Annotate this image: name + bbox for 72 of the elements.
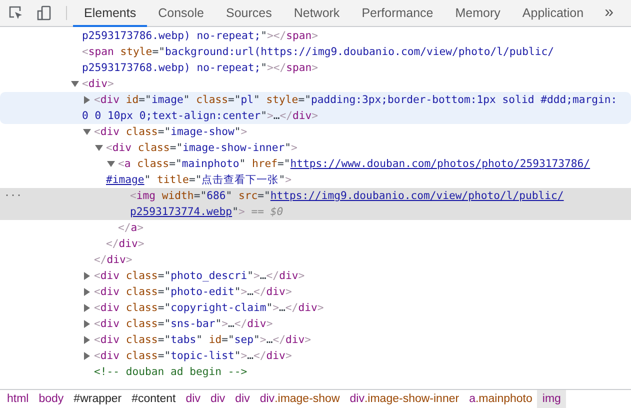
code-line: #image" title="点击查看下一张">: [106, 173, 292, 188]
triangle-right-icon[interactable]: [83, 288, 91, 296]
dom-node-row[interactable]: <div id="image" class="pl" style="padding:3px;border-bottom:1px solid #ddd;margin: 0 0 10px 0;text-align:center">…</div>: [0, 92, 631, 124]
code-line: <div class="copyright-claim">…</div>: [94, 301, 324, 316]
breadcrumb-item[interactable]: div.image-show: [254, 390, 345, 408]
code-line: <span style="background:url(https://img9.doubanio.com/view/photo/l/public/: [82, 45, 554, 60]
breadcrumb-item[interactable]: a.mainphoto: [464, 390, 538, 408]
triangle-down-icon[interactable]: [95, 144, 103, 152]
breadcrumb-item[interactable]: div: [180, 390, 206, 408]
code-line: 0 0 10px 0;text-align:center">…</div>: [82, 109, 318, 124]
triangle-down-icon[interactable]: [107, 160, 115, 168]
dom-node-row[interactable]: <div class="topic-list">…</div>: [0, 348, 631, 364]
devtools-tab[interactable]: Sources: [214, 0, 283, 27]
code-line: <div class="image-show">: [94, 125, 248, 140]
dom-node-row[interactable]: <div class="tabs" id="sep">…</div>: [0, 332, 631, 348]
url-link[interactable]: https://img9.doubanio.com/view/photo/l/public/: [270, 190, 564, 202]
triangle-down-icon[interactable]: [83, 128, 91, 136]
breadcrumb-item[interactable]: div: [230, 390, 255, 408]
devtools-tab[interactable]: Console: [147, 0, 215, 27]
breadcrumb-item[interactable]: div: [205, 390, 230, 408]
breadcrumb-item[interactable]: div.image-show-inner: [344, 390, 464, 408]
code-line: </div>: [106, 237, 144, 252]
dom-node-row[interactable]: ... <img width="686" src="https://img9.doubanio.com/view/photo/l/public/ p2593173774.webp"> == $0: [0, 188, 631, 220]
breadcrumb-item[interactable]: html: [2, 390, 34, 408]
dom-node-row[interactable]: <div class="image-show-inner">: [0, 140, 631, 156]
code-line: p2593173786.webp) no-repeat;"></span>: [82, 29, 318, 44]
more-tabs-button[interactable]: »: [594, 0, 624, 26]
triangle-right-icon[interactable]: [83, 352, 91, 360]
dom-node-row[interactable]: <div class="image-show">: [0, 124, 631, 140]
code-line: <img width="686" src="https://img9.doubanio.com/view/photo/l/public/: [130, 189, 564, 204]
devtools-tab[interactable]: Performance: [350, 0, 444, 27]
devtools-tab[interactable]: Network: [282, 0, 351, 27]
code-line: <div id="image" class="pl" style="padding:3px;border-bottom:1px solid #ddd;margin:: [94, 93, 618, 108]
code-line: <a class="mainphoto" href="https://www.douban.com/photos/photo/2593173786/: [118, 157, 590, 172]
dom-node-row[interactable]: <div class="copyright-claim">…</div>: [0, 300, 631, 316]
code-line: <div class="topic-list">…</div>: [94, 349, 292, 364]
code-line: <div class="photo_descri">…</div>: [94, 269, 305, 284]
code-line: <div class="image-show-inner">: [106, 141, 298, 156]
code-line: <div>: [82, 77, 114, 92]
triangle-right-icon[interactable]: [83, 96, 91, 104]
breadcrumb-item[interactable]: #wrapper: [68, 390, 127, 408]
triangle-down-icon[interactable]: [71, 80, 79, 88]
dom-node-row[interactable]: <div class="sns-bar">…</div>: [0, 316, 631, 332]
code-line: p2593173768.webp) no-repeat;"></span>: [82, 61, 318, 76]
dom-node-row[interactable]: <div>: [0, 76, 631, 92]
dom-node-row[interactable]: <span style="background:url(https://img9.doubanio.com/view/photo/l/public/ p2593173768.webp) no-repeat;"></span>: [0, 44, 631, 76]
breadcrumb-item[interactable]: img: [537, 390, 566, 408]
url-link[interactable]: https://www.douban.com/photos/photo/2593173786/: [290, 158, 590, 170]
url-link[interactable]: #image: [106, 174, 144, 186]
triangle-right-icon[interactable]: [83, 272, 91, 280]
devtools-tab[interactable]: Memory: [444, 0, 512, 27]
triangle-right-icon[interactable]: [83, 336, 91, 344]
devtools-tab[interactable]: Elements: [73, 0, 148, 27]
dom-node-row[interactable]: <a class="mainphoto" href="https://www.douban.com/photos/photo/2593173786/ #image" title="点击查看下一张">: [0, 156, 631, 188]
breadcrumb-item[interactable]: body: [34, 390, 69, 408]
selection-marker: ...: [4, 188, 22, 200]
breadcrumb-item[interactable]: #content: [126, 390, 181, 408]
triangle-right-icon[interactable]: [83, 304, 91, 312]
dom-node-row[interactable]: <div class="photo-edit">…</div>: [0, 284, 631, 300]
code-line: </a>: [118, 221, 144, 236]
code-line: <div class="tabs" id="sep">…</div>: [94, 333, 311, 348]
code-line: <!-- douban ad begin -->: [94, 365, 248, 380]
code-line: <div class="photo-edit">…</div>: [94, 285, 292, 300]
devtools-tab[interactable]: Application: [511, 0, 595, 27]
code-line: p2593173774.webp"> == $0: [130, 205, 284, 220]
code-line: <div class="sns-bar">…</div>: [94, 317, 273, 332]
url-link[interactable]: p2593173774.webp: [130, 206, 232, 218]
code-line: </div>: [94, 253, 132, 268]
dom-node-row[interactable]: <!-- douban ad begin -->: [0, 364, 631, 380]
dom-node-row[interactable]: p2593173786.webp) no-repeat;"></span>: [0, 28, 631, 44]
dom-node-row[interactable]: <div class="photo_descri">…</div>: [0, 268, 631, 284]
triangle-right-icon[interactable]: [83, 320, 91, 328]
